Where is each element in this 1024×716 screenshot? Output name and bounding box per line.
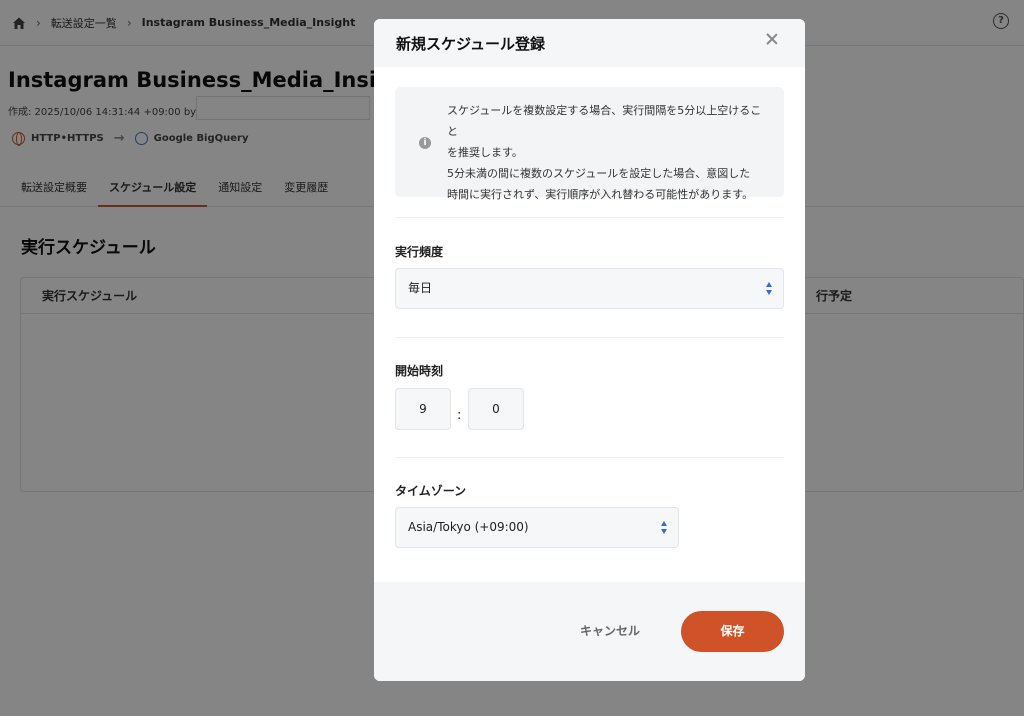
- time-separator: :: [457, 408, 462, 423]
- info-text: スケジュールを複数設定する場合、実行間隔を5分以上空けること を推奨します。 5…: [447, 100, 767, 205]
- divider: [395, 337, 784, 338]
- info-line: を推奨します。: [447, 146, 523, 159]
- frequency-select[interactable]: 毎日: [395, 268, 784, 309]
- dialog-title: 新規スケジュール登録: [396, 35, 545, 53]
- timezone-select[interactable]: Asia/Tokyo (+09:00): [395, 507, 679, 548]
- info-line: スケジュールを複数設定する場合、実行間隔を5分以上空けること: [447, 104, 762, 138]
- cancel-button[interactable]: キャンセル: [580, 622, 640, 639]
- divider: [395, 217, 784, 218]
- save-button[interactable]: 保存: [681, 611, 784, 652]
- info-icon: i: [419, 137, 431, 149]
- info-line: 5分未満の間に複数のスケジュールを設定した場合、意図した: [447, 167, 751, 180]
- start-time-label: 開始時刻: [395, 364, 444, 378]
- minute-input[interactable]: 0: [468, 388, 524, 430]
- dialog-header: 新規スケジュール登録: [374, 19, 805, 67]
- info-notice: i スケジュールを複数設定する場合、実行間隔を5分以上空けること を推奨します。…: [395, 87, 784, 201]
- divider: [395, 457, 784, 458]
- frequency-value: 毎日: [408, 281, 433, 295]
- timezone-value: Asia/Tokyo (+09:00): [408, 520, 529, 534]
- timezone-label: タイムゾーン: [395, 484, 467, 498]
- hour-input[interactable]: 9: [395, 388, 451, 430]
- dialog-footer: キャンセル 保存: [374, 582, 805, 681]
- select-arrows-icon: [766, 281, 774, 297]
- frequency-label: 実行頻度: [395, 245, 444, 259]
- close-icon[interactable]: [765, 32, 779, 46]
- select-arrows-icon: [661, 520, 669, 536]
- info-line: 時間に実行されず、実行順序が入れ替わる可能性があります。: [447, 188, 754, 201]
- new-schedule-dialog: 新規スケジュール登録 i スケジュールを複数設定する場合、実行間隔を5分以上空け…: [374, 19, 805, 681]
